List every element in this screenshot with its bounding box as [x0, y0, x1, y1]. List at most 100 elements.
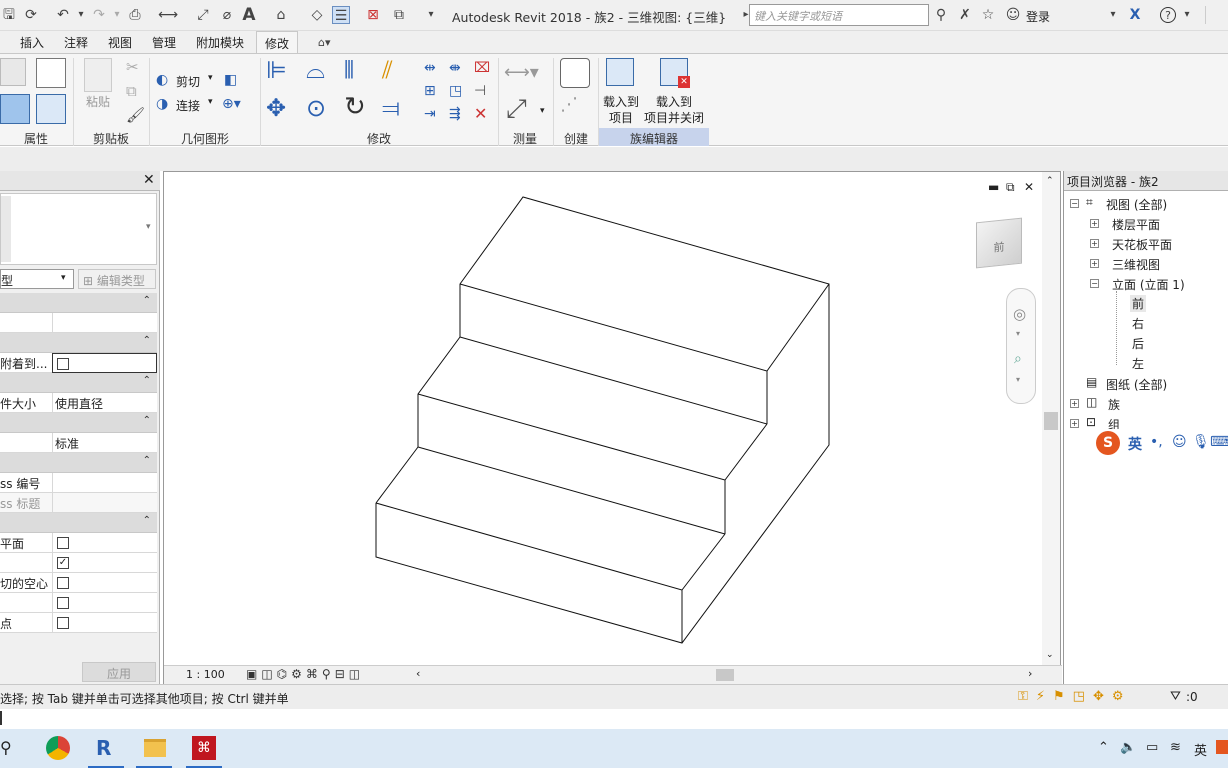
group-header-constraints[interactable]: ⌃ — [0, 293, 157, 313]
load-into-project-close-label-2[interactable]: 项目并关闭 — [642, 110, 706, 126]
ime-voice-icon[interactable]: 🎙 — [1192, 434, 1210, 450]
mirror-draw-axis-icon[interactable]: ⫽ — [382, 56, 393, 84]
property-row-plane[interactable]: 平面 — [0, 533, 157, 553]
tree-item-3d-views[interactable]: 三维视图 — [1112, 256, 1160, 273]
join-dropdown-icon[interactable]: ▾ — [208, 97, 213, 107]
panel-toggle-icon[interactable]: ⌂▾ — [318, 36, 344, 50]
customize-toolbar-icon[interactable]: ▾ — [426, 6, 436, 24]
array-icon[interactable]: ⊞ — [424, 83, 436, 99]
stair-model[interactable] — [164, 172, 1042, 665]
filter-dropdown[interactable]: 型 ▾ — [0, 269, 74, 289]
thin-lines-icon[interactable]: ☰ — [332, 6, 350, 24]
3d-view-icon[interactable]: ⌂ — [272, 6, 290, 24]
wall-joins-icon[interactable]: ⊕▾ — [222, 96, 241, 112]
family-category-icon[interactable] — [36, 58, 66, 88]
split-face-icon[interactable]: ◧ — [224, 72, 237, 88]
property-row-number[interactable]: ss 编号 — [0, 473, 157, 493]
tree-item-views[interactable]: 视图 (全部) — [1106, 196, 1167, 213]
tab-view[interactable]: 视图 — [108, 34, 132, 51]
collapse-icon[interactable]: − — [1070, 199, 1079, 208]
unpin-icon[interactable]: ⌧ — [474, 60, 490, 76]
tab-manage[interactable]: 管理 — [152, 34, 176, 51]
tree-item-floor-plans[interactable]: 楼层平面 — [1112, 216, 1160, 233]
taskbar-explorer[interactable] — [130, 729, 178, 768]
minimize-view-icon[interactable]: ▬ — [988, 180, 999, 194]
exchange-icon[interactable]: X — [1126, 6, 1144, 24]
search-icon[interactable]: ⚲ — [0, 738, 12, 757]
trim-extend-single-icon[interactable]: ⇥ — [424, 106, 436, 122]
ime-punct-icon[interactable]: •, — [1150, 434, 1163, 450]
expand-icon[interactable]: + — [1070, 419, 1079, 428]
redo-icon[interactable]: ↷ — [90, 6, 108, 24]
tab-addins[interactable]: 附加模块 — [196, 34, 244, 51]
cut-dropdown-icon[interactable]: ▾ — [208, 73, 213, 83]
measure-between-icon[interactable]: ⟷▾ — [504, 62, 539, 83]
type-preview[interactable]: ▾ — [0, 193, 157, 265]
group-header-structural[interactable]: ⌃ — [0, 413, 157, 433]
print-icon[interactable]: ⎙ — [126, 6, 144, 24]
search-input[interactable]: 键入关键字或短语 — [749, 4, 929, 26]
rotate-icon[interactable]: ↻ — [344, 92, 366, 122]
close-icon[interactable]: ✕ — [143, 172, 155, 188]
hscroll-left-icon[interactable]: ‹ — [416, 667, 420, 680]
vertical-scrollbar[interactable]: ⌃ ⌄ — [1042, 172, 1060, 665]
subscription-icon[interactable]: ✗ — [956, 6, 974, 24]
close-view-icon[interactable]: ✕ — [1024, 180, 1034, 194]
group-header-identity[interactable]: ⌃ — [0, 453, 157, 473]
copy-icon[interactable]: ⧉ — [126, 82, 137, 100]
help-icon[interactable]: ? — [1160, 7, 1176, 23]
redo-dropdown-icon[interactable]: ▾ — [112, 6, 122, 24]
load-into-project-label-1[interactable]: 载入到 — [600, 94, 642, 110]
cut-geometry-label[interactable]: 剪切 — [176, 73, 200, 90]
type-dropdown-icon[interactable]: ▾ — [146, 222, 151, 232]
scroll-thumb[interactable] — [1044, 412, 1058, 430]
scroll-up-icon[interactable]: ⌃ — [1046, 176, 1054, 186]
mirror-pick-axis-icon[interactable]: ⫴ — [344, 56, 354, 84]
property-row-blank[interactable] — [0, 593, 157, 613]
load-into-project-icon[interactable] — [606, 58, 634, 86]
type-properties-icon[interactable] — [36, 94, 66, 124]
group-header-other-2[interactable]: ⌃ — [0, 513, 157, 533]
expand-icon[interactable]: + — [1070, 399, 1079, 408]
property-row-attach[interactable]: 附着到... — [0, 353, 157, 373]
taskbar-revit[interactable]: R — [82, 729, 130, 768]
tag-icon[interactable]: ⌀ — [218, 6, 236, 24]
expand-icon[interactable]: + — [1090, 239, 1099, 248]
tab-modify[interactable]: 修改 — [256, 31, 299, 53]
join-geometry-icon[interactable]: ◑ — [156, 96, 168, 112]
copy-element-icon[interactable]: ⊙ — [306, 94, 326, 122]
wifi-icon[interactable]: ≋ — [1170, 740, 1181, 755]
checkbox[interactable] — [57, 617, 69, 629]
property-row-checked[interactable]: ✓ — [0, 553, 157, 573]
selection-toggles-icons[interactable]: ⚿⚡⚑◳✥⚙ — [1018, 689, 1132, 704]
steering-wheel-icon[interactable]: ◎ — [1013, 305, 1026, 323]
expand-icon[interactable]: + — [1090, 259, 1099, 268]
aligned-dimension-icon[interactable]: ⤢ — [506, 94, 527, 125]
property-row-size[interactable]: 件大小 使用直径 — [0, 393, 157, 413]
sogou-icon[interactable]: S — [1096, 431, 1120, 455]
volume-icon[interactable]: 🔈 — [1120, 740, 1136, 755]
offset-icon[interactable]: ⌓ — [306, 56, 325, 84]
load-into-project-label-2[interactable]: 项目 — [600, 110, 642, 126]
undo-dropdown-icon[interactable]: ▾ — [76, 6, 86, 24]
tree-item-left[interactable]: 左 — [1132, 355, 1144, 372]
wheel-dropdown-icon[interactable]: ▾ — [1016, 329, 1020, 338]
section-icon[interactable]: ◇ — [308, 6, 326, 24]
command-line[interactable] — [0, 709, 1228, 729]
checkbox[interactable] — [57, 597, 69, 609]
join-geometry-label[interactable]: 连接 — [176, 97, 200, 114]
property-row[interactable] — [0, 313, 157, 333]
save-icon[interactable]: 🖫 — [0, 6, 18, 24]
login-dropdown-icon[interactable]: ▾ — [1108, 6, 1118, 24]
tab-insert[interactable]: 插入 — [20, 34, 44, 51]
tab-annotate[interactable]: 注释 — [64, 34, 88, 51]
switch-windows-icon[interactable]: ⧉ — [390, 6, 408, 24]
user-icon[interactable]: ☺ — [1004, 6, 1022, 24]
measure-icon[interactable]: ⟷ — [158, 6, 178, 24]
scroll-down-icon[interactable]: ⌄ — [1046, 650, 1054, 660]
move-icon[interactable]: ✥ — [266, 94, 286, 122]
undo-icon[interactable]: ↶ — [54, 6, 72, 24]
taskbar-chrome[interactable] — [34, 729, 82, 768]
cut-geometry-icon[interactable]: ◐ — [156, 72, 168, 88]
ime-keyboard-icon[interactable]: ⌨ — [1210, 434, 1228, 450]
